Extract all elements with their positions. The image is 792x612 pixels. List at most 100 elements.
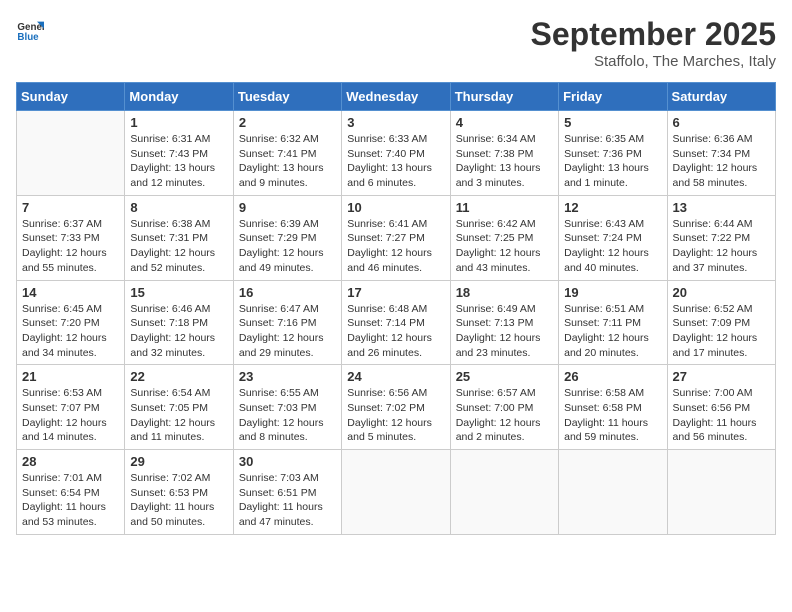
- day-info: Sunrise: 6:56 AM Sunset: 7:02 PM Dayligh…: [347, 386, 444, 445]
- day-info: Sunrise: 6:47 AM Sunset: 7:16 PM Dayligh…: [239, 302, 336, 361]
- sunrise-text: Sunrise: 6:43 AM: [564, 217, 661, 232]
- day-number: 26: [564, 369, 661, 384]
- day-number: 14: [22, 285, 119, 300]
- day-number: 23: [239, 369, 336, 384]
- day-info: Sunrise: 7:02 AM Sunset: 6:53 PM Dayligh…: [130, 471, 227, 530]
- table-row: [450, 450, 558, 535]
- daylight-text: Daylight: 12 hours and 43 minutes.: [456, 246, 553, 275]
- day-info: Sunrise: 6:32 AM Sunset: 7:41 PM Dayligh…: [239, 132, 336, 191]
- sunrise-text: Sunrise: 6:49 AM: [456, 302, 553, 317]
- sunrise-text: Sunrise: 6:37 AM: [22, 217, 119, 232]
- day-info: Sunrise: 6:44 AM Sunset: 7:22 PM Dayligh…: [673, 217, 770, 276]
- day-info: Sunrise: 7:00 AM Sunset: 6:56 PM Dayligh…: [673, 386, 770, 445]
- sunrise-text: Sunrise: 6:53 AM: [22, 386, 119, 401]
- day-info: Sunrise: 6:37 AM Sunset: 7:33 PM Dayligh…: [22, 217, 119, 276]
- daylight-text: Daylight: 13 hours and 12 minutes.: [130, 161, 227, 190]
- daylight-text: Daylight: 12 hours and 17 minutes.: [673, 331, 770, 360]
- daylight-text: Daylight: 11 hours and 50 minutes.: [130, 500, 227, 529]
- sunrise-text: Sunrise: 7:00 AM: [673, 386, 770, 401]
- title-area: September 2025 Staffolo, The Marches, It…: [531, 16, 776, 70]
- day-info: Sunrise: 6:35 AM Sunset: 7:36 PM Dayligh…: [564, 132, 661, 191]
- sunrise-text: Sunrise: 6:42 AM: [456, 217, 553, 232]
- header-tuesday: Tuesday: [233, 83, 341, 111]
- daylight-text: Daylight: 12 hours and 8 minutes.: [239, 416, 336, 445]
- sunrise-text: Sunrise: 6:34 AM: [456, 132, 553, 147]
- table-row: 3 Sunrise: 6:33 AM Sunset: 7:40 PM Dayli…: [342, 111, 450, 196]
- table-row: 20 Sunrise: 6:52 AM Sunset: 7:09 PM Dayl…: [667, 280, 775, 365]
- table-row: 27 Sunrise: 7:00 AM Sunset: 6:56 PM Dayl…: [667, 365, 775, 450]
- header-monday: Monday: [125, 83, 233, 111]
- sunset-text: Sunset: 6:51 PM: [239, 486, 336, 501]
- table-row: 24 Sunrise: 6:56 AM Sunset: 7:02 PM Dayl…: [342, 365, 450, 450]
- sunrise-text: Sunrise: 6:33 AM: [347, 132, 444, 147]
- day-info: Sunrise: 6:49 AM Sunset: 7:13 PM Dayligh…: [456, 302, 553, 361]
- header-sunday: Sunday: [17, 83, 125, 111]
- sunset-text: Sunset: 6:53 PM: [130, 486, 227, 501]
- sunrise-text: Sunrise: 6:35 AM: [564, 132, 661, 147]
- daylight-text: Daylight: 12 hours and 32 minutes.: [130, 331, 227, 360]
- sunrise-text: Sunrise: 7:03 AM: [239, 471, 336, 486]
- day-info: Sunrise: 6:34 AM Sunset: 7:38 PM Dayligh…: [456, 132, 553, 191]
- day-number: 24: [347, 369, 444, 384]
- sunrise-text: Sunrise: 7:02 AM: [130, 471, 227, 486]
- table-row: 5 Sunrise: 6:35 AM Sunset: 7:36 PM Dayli…: [559, 111, 667, 196]
- sunset-text: Sunset: 7:07 PM: [22, 401, 119, 416]
- day-info: Sunrise: 6:43 AM Sunset: 7:24 PM Dayligh…: [564, 217, 661, 276]
- sunrise-text: Sunrise: 6:38 AM: [130, 217, 227, 232]
- location-subtitle: Staffolo, The Marches, Italy: [531, 53, 776, 70]
- table-row: 21 Sunrise: 6:53 AM Sunset: 7:07 PM Dayl…: [17, 365, 125, 450]
- calendar-week-row: 7 Sunrise: 6:37 AM Sunset: 7:33 PM Dayli…: [17, 195, 776, 280]
- sunset-text: Sunset: 7:18 PM: [130, 316, 227, 331]
- day-info: Sunrise: 6:39 AM Sunset: 7:29 PM Dayligh…: [239, 217, 336, 276]
- daylight-text: Daylight: 12 hours and 46 minutes.: [347, 246, 444, 275]
- table-row: 16 Sunrise: 6:47 AM Sunset: 7:16 PM Dayl…: [233, 280, 341, 365]
- table-row: 7 Sunrise: 6:37 AM Sunset: 7:33 PM Dayli…: [17, 195, 125, 280]
- table-row: 4 Sunrise: 6:34 AM Sunset: 7:38 PM Dayli…: [450, 111, 558, 196]
- day-number: 22: [130, 369, 227, 384]
- day-number: 12: [564, 200, 661, 215]
- sunrise-text: Sunrise: 6:31 AM: [130, 132, 227, 147]
- day-info: Sunrise: 6:58 AM Sunset: 6:58 PM Dayligh…: [564, 386, 661, 445]
- daylight-text: Daylight: 12 hours and 40 minutes.: [564, 246, 661, 275]
- day-info: Sunrise: 6:45 AM Sunset: 7:20 PM Dayligh…: [22, 302, 119, 361]
- table-row: 12 Sunrise: 6:43 AM Sunset: 7:24 PM Dayl…: [559, 195, 667, 280]
- day-number: 5: [564, 115, 661, 130]
- table-row: 25 Sunrise: 6:57 AM Sunset: 7:00 PM Dayl…: [450, 365, 558, 450]
- day-number: 28: [22, 454, 119, 469]
- daylight-text: Daylight: 12 hours and 11 minutes.: [130, 416, 227, 445]
- day-info: Sunrise: 6:57 AM Sunset: 7:00 PM Dayligh…: [456, 386, 553, 445]
- day-info: Sunrise: 6:38 AM Sunset: 7:31 PM Dayligh…: [130, 217, 227, 276]
- sunset-text: Sunset: 7:33 PM: [22, 231, 119, 246]
- sunrise-text: Sunrise: 6:54 AM: [130, 386, 227, 401]
- day-info: Sunrise: 6:48 AM Sunset: 7:14 PM Dayligh…: [347, 302, 444, 361]
- sunset-text: Sunset: 7:41 PM: [239, 147, 336, 162]
- daylight-text: Daylight: 12 hours and 29 minutes.: [239, 331, 336, 360]
- svg-text:Blue: Blue: [17, 32, 39, 43]
- sunset-text: Sunset: 7:36 PM: [564, 147, 661, 162]
- day-number: 3: [347, 115, 444, 130]
- sunrise-text: Sunrise: 6:58 AM: [564, 386, 661, 401]
- day-number: 30: [239, 454, 336, 469]
- sunset-text: Sunset: 7:31 PM: [130, 231, 227, 246]
- day-number: 25: [456, 369, 553, 384]
- table-row: 1 Sunrise: 6:31 AM Sunset: 7:43 PM Dayli…: [125, 111, 233, 196]
- day-info: Sunrise: 6:33 AM Sunset: 7:40 PM Dayligh…: [347, 132, 444, 191]
- table-row: 19 Sunrise: 6:51 AM Sunset: 7:11 PM Dayl…: [559, 280, 667, 365]
- sunset-text: Sunset: 7:38 PM: [456, 147, 553, 162]
- weekday-header-row: Sunday Monday Tuesday Wednesday Thursday…: [17, 83, 776, 111]
- table-row: 28 Sunrise: 7:01 AM Sunset: 6:54 PM Dayl…: [17, 450, 125, 535]
- sunrise-text: Sunrise: 6:51 AM: [564, 302, 661, 317]
- sunrise-text: Sunrise: 6:45 AM: [22, 302, 119, 317]
- table-row: 11 Sunrise: 6:42 AM Sunset: 7:25 PM Dayl…: [450, 195, 558, 280]
- sunset-text: Sunset: 7:09 PM: [673, 316, 770, 331]
- table-row: [667, 450, 775, 535]
- day-number: 19: [564, 285, 661, 300]
- day-number: 2: [239, 115, 336, 130]
- day-number: 20: [673, 285, 770, 300]
- daylight-text: Daylight: 12 hours and 14 minutes.: [22, 416, 119, 445]
- day-info: Sunrise: 6:41 AM Sunset: 7:27 PM Dayligh…: [347, 217, 444, 276]
- sunset-text: Sunset: 7:13 PM: [456, 316, 553, 331]
- table-row: 30 Sunrise: 7:03 AM Sunset: 6:51 PM Dayl…: [233, 450, 341, 535]
- header-friday: Friday: [559, 83, 667, 111]
- table-row: 18 Sunrise: 6:49 AM Sunset: 7:13 PM Dayl…: [450, 280, 558, 365]
